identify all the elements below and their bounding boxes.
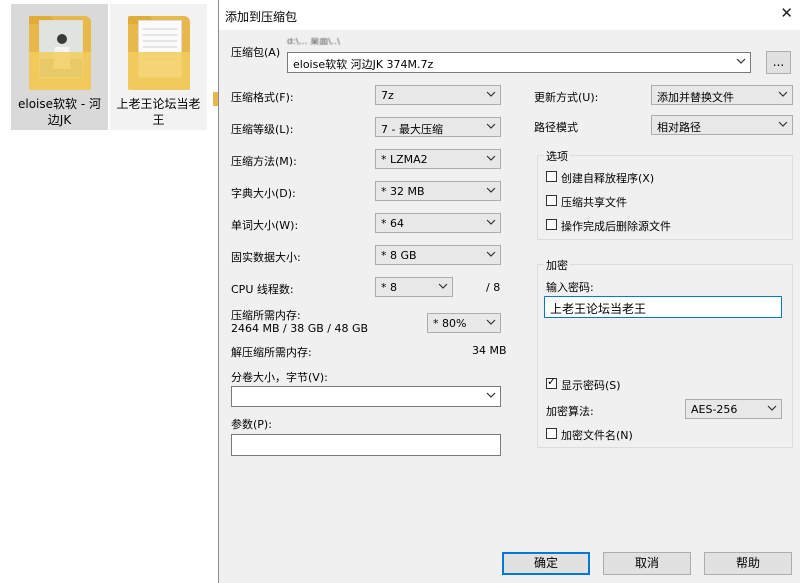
format-label: 压缩格式(F): [231, 91, 294, 104]
folder-name: eloise软软 - 河边JK [18, 97, 101, 127]
method-select[interactable]: * LZMA2 [375, 149, 501, 169]
cancel-button[interactable]: 取消 [603, 552, 691, 575]
browse-button[interactable]: ... [766, 51, 791, 74]
level-select[interactable]: 7 - 最大压缩 [375, 117, 501, 137]
enc-method-label: 加密算法: [546, 405, 594, 418]
create-sfx-label: 创建自释放程序(X) [561, 172, 655, 185]
enc-method-select[interactable]: AES-256 [685, 399, 782, 419]
chevron-down-icon [486, 123, 496, 129]
dict-size-select[interactable]: * 32 MB [375, 181, 501, 201]
password-input[interactable]: 上老王论坛当老王 [544, 296, 782, 318]
format-select[interactable]: 7z [375, 85, 501, 105]
chevron-down-icon [486, 155, 496, 161]
close-icon[interactable]: ✕ [780, 4, 793, 22]
mem-decompress-label: 解压缩所需内存: [231, 346, 312, 359]
chevron-down-icon [736, 58, 746, 64]
checkbox-box[interactable] [546, 219, 557, 230]
archive-name-value: eloise软软 河边JK 374M.7z [293, 58, 434, 71]
ok-button[interactable]: 确定 [502, 552, 590, 575]
update-mode-select[interactable]: 添加并替换文件 [651, 85, 793, 105]
word-size-select[interactable]: * 64 [375, 213, 501, 233]
word-size-label: 单词大小(W): [231, 219, 299, 232]
mem-decompress-value: 34 MB [472, 344, 507, 357]
cpu-threads-select[interactable]: * 8 [375, 277, 453, 297]
mem-compress-detail: 2464 MB / 38 GB / 48 GB [231, 322, 369, 335]
dict-size-label: 字典大小(D): [231, 187, 296, 200]
path-mode-select[interactable]: 相对路径 [651, 115, 793, 135]
method-label: 压缩方法(M): [231, 155, 297, 168]
params-input[interactable] [231, 434, 501, 456]
chevron-down-icon [438, 283, 448, 289]
delete-after-label: 操作完成后删除源文件 [561, 220, 671, 233]
options-title: 选项 [544, 148, 570, 164]
chevron-down-icon [486, 187, 496, 193]
solid-size-label: 固实数据大小: [231, 251, 301, 264]
check-icon: ✓ [547, 375, 557, 388]
format-value: 7z [381, 89, 394, 102]
dialog-title: 添加到压缩包 [225, 10, 298, 24]
path-mode-label: 路径模式 [534, 121, 578, 134]
encrypt-filenames-label: 加密文件名(N) [561, 429, 633, 442]
add-to-archive-dialog: 添加到压缩包 ✕ 压缩包(A) d:\... 桌面\..\ eloise软软 河… [218, 0, 800, 583]
cpu-threads-label: CPU 线程数: [231, 283, 294, 296]
solid-size-value: * 8 GB [381, 249, 417, 262]
chevron-down-icon [486, 392, 496, 398]
cpu-threads-value: * 8 [381, 281, 397, 294]
mem-percent-select[interactable]: * 80% [427, 313, 501, 333]
chevron-down-icon [486, 319, 496, 325]
level-value: 7 - 最大压缩 [381, 123, 443, 136]
chevron-down-icon [486, 251, 496, 257]
desktop: eloise软软 - 河边JK 上老王论坛当老王 [0, 0, 218, 583]
chevron-down-icon [778, 91, 788, 97]
solid-size-select[interactable]: * 8 GB [375, 245, 501, 265]
method-value: * LZMA2 [381, 153, 428, 166]
chevron-down-icon [767, 405, 777, 411]
update-mode-label: 更新方式(U): [534, 91, 599, 104]
word-size-value: * 64 [381, 217, 404, 230]
chevron-down-icon [486, 91, 496, 97]
params-label: 参数(P): [231, 418, 272, 431]
show-password-label: 显示密码(S) [561, 379, 621, 392]
checkbox-box[interactable]: ✓ [546, 375, 557, 389]
chevron-down-icon [486, 219, 496, 225]
checkbox-box[interactable] [546, 428, 557, 439]
mem-percent-value: * 80% [433, 317, 467, 330]
mem-compress-label: 压缩所需内存: [231, 309, 301, 322]
chevron-down-icon [778, 121, 788, 127]
compress-shared-label: 压缩共享文件 [561, 196, 627, 209]
password-label: 输入密码: [546, 281, 594, 294]
path-mode-value: 相对路径 [657, 121, 701, 134]
folder-icon [128, 12, 190, 90]
folder-item-laowang[interactable]: 上老王论坛当老王 [110, 4, 207, 130]
cpu-threads-total: / 8 [486, 281, 501, 294]
split-size-combo[interactable] [231, 386, 501, 407]
encryption-title: 加密 [544, 257, 570, 273]
archive-label: 压缩包(A) [231, 46, 281, 59]
title-bar: 添加到压缩包 ✕ [219, 0, 800, 30]
help-button[interactable]: 帮助 [704, 552, 792, 575]
enc-method-value: AES-256 [691, 403, 738, 416]
archive-name-combo[interactable]: eloise软软 河边JK 374M.7z [287, 52, 751, 73]
dict-size-value: * 32 MB [381, 185, 425, 198]
folder-icon [29, 12, 91, 90]
archive-path-partial: d:\... 桌面\..\ [287, 38, 341, 47]
checkbox-box[interactable] [546, 195, 557, 206]
checkbox-box[interactable] [546, 171, 557, 182]
level-label: 压缩等级(L): [231, 123, 294, 136]
folder-item-eloise[interactable]: eloise软软 - 河边JK [11, 4, 108, 130]
folder-name: 上老王论坛当老王 [116, 97, 201, 127]
update-mode-value: 添加并替换文件 [657, 91, 734, 104]
password-value: 上老王论坛当老王 [550, 302, 647, 316]
split-size-label: 分卷大小，字节(V): [231, 371, 328, 384]
